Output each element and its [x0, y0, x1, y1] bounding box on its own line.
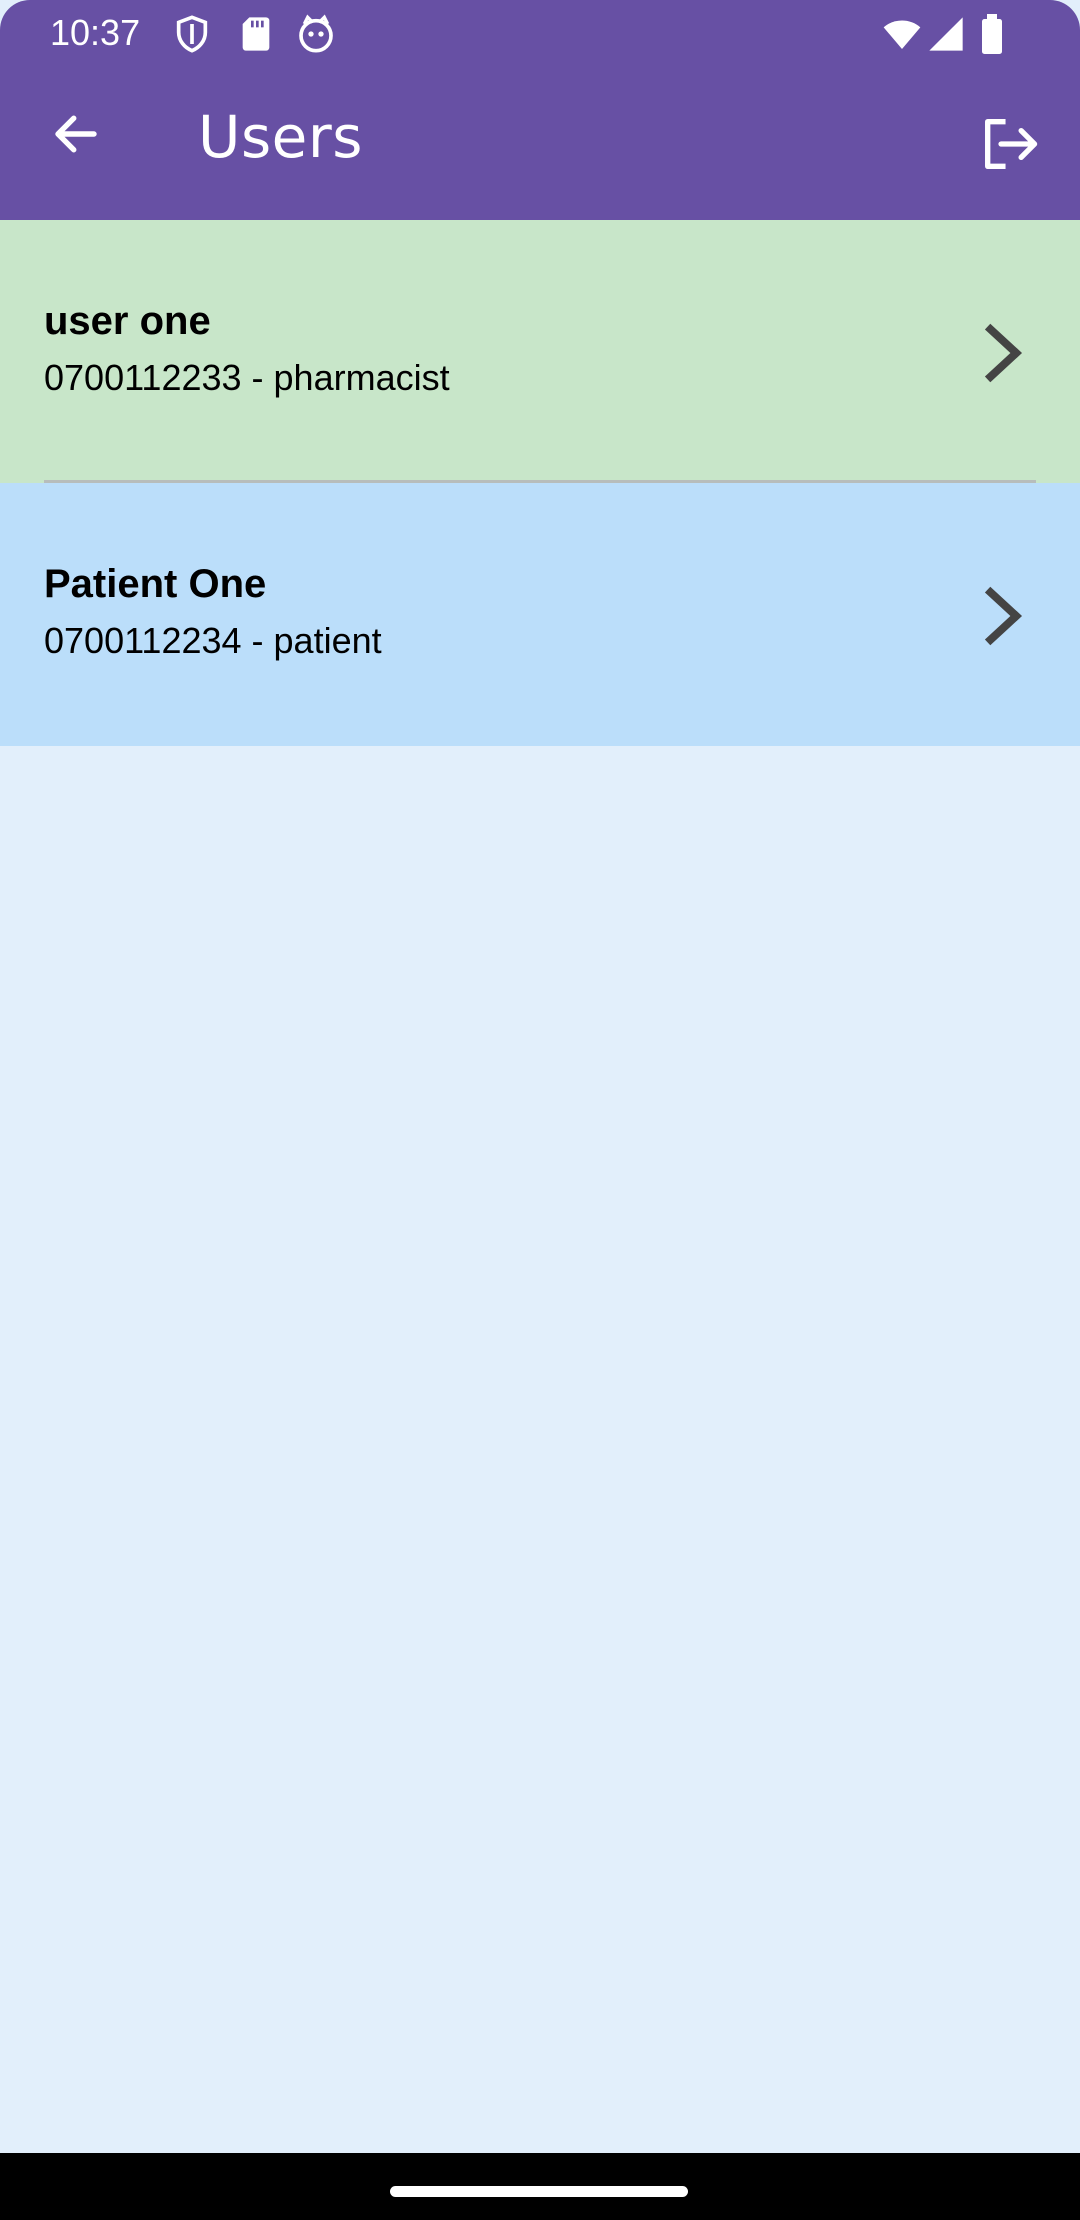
wifi-icon — [880, 14, 924, 54]
status-bar: 10:37 — [0, 0, 1080, 66]
sd-card-icon — [236, 14, 276, 54]
user-name: user one — [44, 299, 211, 343]
toolbar: Users — [0, 66, 1080, 220]
status-time: 10:37 — [50, 12, 141, 53]
signal-icon — [924, 14, 968, 54]
back-button[interactable] — [40, 98, 112, 170]
chevron-right-icon — [980, 583, 1026, 649]
battery-icon — [976, 14, 1008, 54]
page-title: Users — [198, 103, 363, 171]
user-list-item[interactable]: user one 0700112233 - pharmacist — [0, 220, 1080, 483]
cat-face-icon — [296, 14, 336, 54]
navigation-bar — [0, 2153, 1080, 2220]
user-list: user one 0700112233 - pharmacist Patient… — [0, 220, 1080, 746]
arrow-left-icon — [55, 115, 97, 153]
home-gesture-handle[interactable] — [390, 2186, 688, 2197]
logout-button[interactable] — [978, 112, 1042, 176]
users-screen: 10:37 Users user one 0700112233 - pharma… — [0, 0, 1080, 2220]
user-list-item[interactable]: Patient One 0700112234 - patient — [0, 483, 1080, 746]
app-header: 10:37 Users — [0, 0, 1080, 220]
chevron-right-icon — [980, 320, 1026, 386]
shield-icon — [172, 14, 212, 54]
user-name: Patient One — [44, 562, 267, 606]
logout-icon — [985, 119, 1038, 169]
user-phone-role: 0700112233 - pharmacist — [44, 357, 450, 398]
user-phone-role: 0700112234 - patient — [44, 620, 382, 661]
